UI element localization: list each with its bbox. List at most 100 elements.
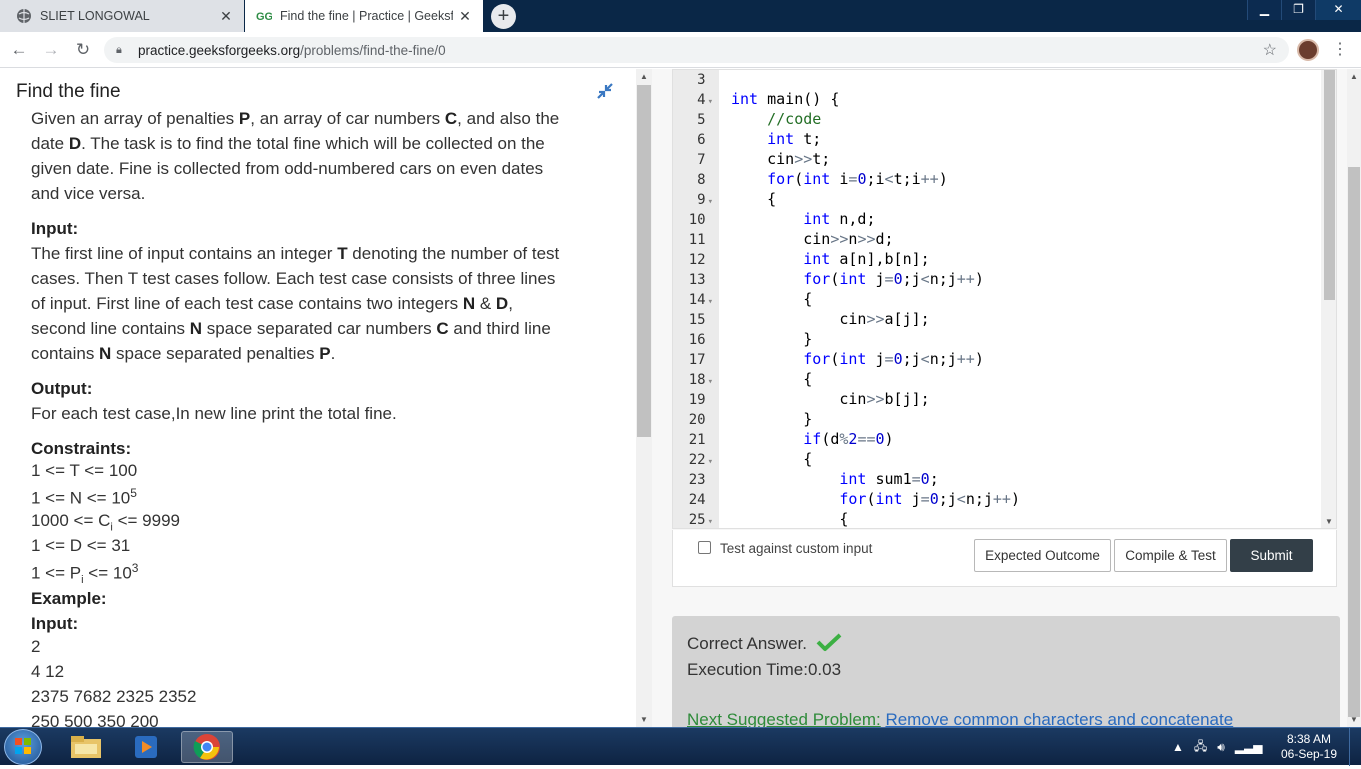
code-line[interactable]: int t; bbox=[731, 130, 821, 148]
scroll-down-icon[interactable]: ▼ bbox=[1346, 712, 1361, 728]
code-line[interactable]: int a[n],b[n]; bbox=[731, 250, 929, 268]
compile-test-button[interactable]: Compile & Test bbox=[1114, 539, 1227, 572]
code-line[interactable]: int main() { bbox=[731, 90, 839, 108]
browser-menu-icon[interactable]: ⋮ bbox=[1332, 40, 1348, 60]
close-tab-icon[interactable]: ✕ bbox=[214, 8, 238, 25]
code-editor[interactable]: 3 4 ▾ 5 6 7 8 9 ▾ 10 11 12 13 14 ▾ 15 16 17 18… bbox=[672, 69, 1337, 529]
example-line: 2375 7682 2325 2352 bbox=[31, 687, 197, 706]
output-heading: Output: bbox=[31, 379, 93, 398]
code-line[interactable]: { bbox=[731, 450, 812, 468]
constraints-heading: Constraints: bbox=[31, 439, 132, 458]
line-number: 18 ▾ bbox=[688, 372, 713, 388]
new-tab-button[interactable]: + bbox=[491, 4, 516, 29]
code-line[interactable]: } bbox=[731, 330, 812, 348]
scroll-down-icon[interactable]: ▼ bbox=[1321, 514, 1336, 528]
problem-title: Find the fine bbox=[16, 81, 121, 102]
window-controls: ▁ ❐ ✕ bbox=[1247, 0, 1361, 20]
code-line[interactable]: for(int i=0;i<t;i++) bbox=[731, 170, 948, 188]
fold-arrow-icon[interactable]: ▾ bbox=[708, 97, 713, 107]
line-number: 13 bbox=[673, 272, 713, 288]
windows-start-icon[interactable] bbox=[4, 729, 42, 765]
fold-arrow-icon[interactable]: ▾ bbox=[708, 297, 713, 307]
editor-scrollbar-thumb[interactable] bbox=[1324, 70, 1335, 300]
input-heading: Input: bbox=[31, 219, 79, 238]
address-bar[interactable]: 🔒︎ practice.geeksforgeeks.org/problems/f… bbox=[104, 37, 1289, 63]
example-input-heading: Input: bbox=[31, 614, 79, 633]
restore-icon[interactable]: ❐ bbox=[1281, 0, 1315, 20]
tab-title: SLIET LONGOWAL bbox=[40, 9, 150, 23]
submit-button[interactable]: Submit bbox=[1230, 539, 1313, 572]
editor-scrollbar[interactable]: ▼ bbox=[1321, 70, 1336, 528]
network-icon[interactable]: 🖧︎ bbox=[1194, 737, 1207, 758]
code-line[interactable]: { bbox=[731, 510, 848, 528]
profile-avatar[interactable] bbox=[1297, 39, 1319, 61]
fold-arrow-icon[interactable]: ▾ bbox=[708, 377, 713, 387]
custom-input-checkbox[interactable] bbox=[698, 541, 711, 554]
tab-geeksforgeeks[interactable]: GG Find the fine | Practice | Geeksfor ✕ bbox=[245, 0, 483, 32]
code-line[interactable]: int n,d; bbox=[731, 210, 875, 228]
scrollbar-thumb[interactable] bbox=[637, 85, 651, 437]
scroll-down-icon[interactable]: ▼ bbox=[636, 712, 652, 728]
signal-icon[interactable]: ▂▃▅ bbox=[1235, 740, 1263, 754]
fold-arrow-icon[interactable]: ▾ bbox=[708, 517, 713, 527]
code-line[interactable]: for(int j=0;j<n;j++) bbox=[731, 350, 984, 368]
code-line[interactable]: cin>>a[j]; bbox=[731, 310, 929, 328]
code-line[interactable]: cin>>n>>d; bbox=[731, 230, 893, 248]
code-line[interactable]: { bbox=[731, 290, 812, 308]
example-line: 2 bbox=[31, 637, 41, 656]
minimize-icon[interactable]: ▁ bbox=[1247, 0, 1281, 20]
code-line[interactable]: cin>>t; bbox=[731, 150, 830, 168]
fold-arrow-icon[interactable]: ▾ bbox=[708, 197, 713, 207]
show-hidden-icons-icon[interactable]: ▲ bbox=[1172, 740, 1184, 754]
line-number: 7 bbox=[673, 152, 713, 168]
taskbar-clock[interactable]: 8:38 AM 06-Sep-19 bbox=[1278, 732, 1340, 762]
scroll-up-icon[interactable]: ▲ bbox=[1346, 69, 1361, 85]
problem-pane: Find the fine Given an array of penaltie… bbox=[0, 69, 652, 728]
bookmark-star-icon[interactable]: ☆ bbox=[1263, 40, 1277, 60]
result-status: Correct Answer. bbox=[687, 632, 842, 657]
constraint-item: 1 <= T <= 100 bbox=[31, 461, 138, 480]
code-line[interactable]: if(d%2==0) bbox=[731, 430, 893, 448]
execution-time: Execution Time:0.03 bbox=[687, 660, 842, 679]
volume-icon[interactable]: 🔊︎ bbox=[1217, 740, 1225, 755]
forward-icon[interactable]: → bbox=[40, 39, 62, 61]
code-line[interactable]: //code bbox=[731, 110, 821, 128]
problem-scrollbar[interactable]: ▲ ▼ bbox=[636, 69, 652, 728]
code-line[interactable]: cin>>b[j]; bbox=[731, 390, 929, 408]
line-number: 11 bbox=[673, 232, 713, 248]
result-panel: Correct Answer. Execution Time:0.03 Next… bbox=[672, 616, 1340, 736]
back-icon[interactable]: ← bbox=[8, 39, 30, 61]
expected-outcome-button[interactable]: Expected Outcome bbox=[974, 539, 1111, 572]
collapse-icon[interactable] bbox=[595, 81, 615, 106]
fold-arrow-icon[interactable]: ▾ bbox=[708, 457, 713, 467]
close-tab-icon[interactable]: ✕ bbox=[453, 8, 477, 25]
tab-sliet[interactable]: SLIET LONGOWAL ✕ bbox=[0, 0, 244, 32]
lock-icon[interactable]: 🔒︎ bbox=[116, 44, 132, 57]
code-line[interactable]: for(int j=0;j<n;j++) bbox=[731, 270, 984, 288]
line-number: 15 bbox=[673, 312, 713, 328]
line-number: 20 bbox=[673, 412, 713, 428]
code-line[interactable]: } bbox=[731, 410, 812, 428]
chrome-icon[interactable] bbox=[181, 731, 233, 763]
code-line[interactable]: for(int j=0;j<n;j++) bbox=[731, 490, 1020, 508]
scroll-up-icon[interactable]: ▲ bbox=[636, 69, 652, 85]
page-scrollbar-thumb[interactable] bbox=[1348, 167, 1360, 717]
close-window-icon[interactable]: ✕ bbox=[1315, 0, 1361, 20]
page-scrollbar[interactable]: ▲ ▼ bbox=[1347, 69, 1361, 728]
code-line[interactable]: { bbox=[731, 370, 812, 388]
reload-icon[interactable]: ↻ bbox=[72, 39, 94, 61]
media-player-icon[interactable] bbox=[120, 731, 172, 763]
file-explorer-icon[interactable] bbox=[60, 731, 112, 763]
show-desktop-button[interactable] bbox=[1349, 728, 1361, 766]
code-line[interactable]: { bbox=[731, 190, 776, 208]
result-status-text: Correct Answer. bbox=[687, 633, 807, 653]
code-line[interactable]: int sum1=0; bbox=[731, 470, 938, 488]
example-line: 4 12 bbox=[31, 662, 65, 681]
line-number-gutter: 3 4 ▾ 5 6 7 8 9 ▾ 10 11 12 13 14 ▾ 15 16 17 18… bbox=[673, 70, 719, 528]
